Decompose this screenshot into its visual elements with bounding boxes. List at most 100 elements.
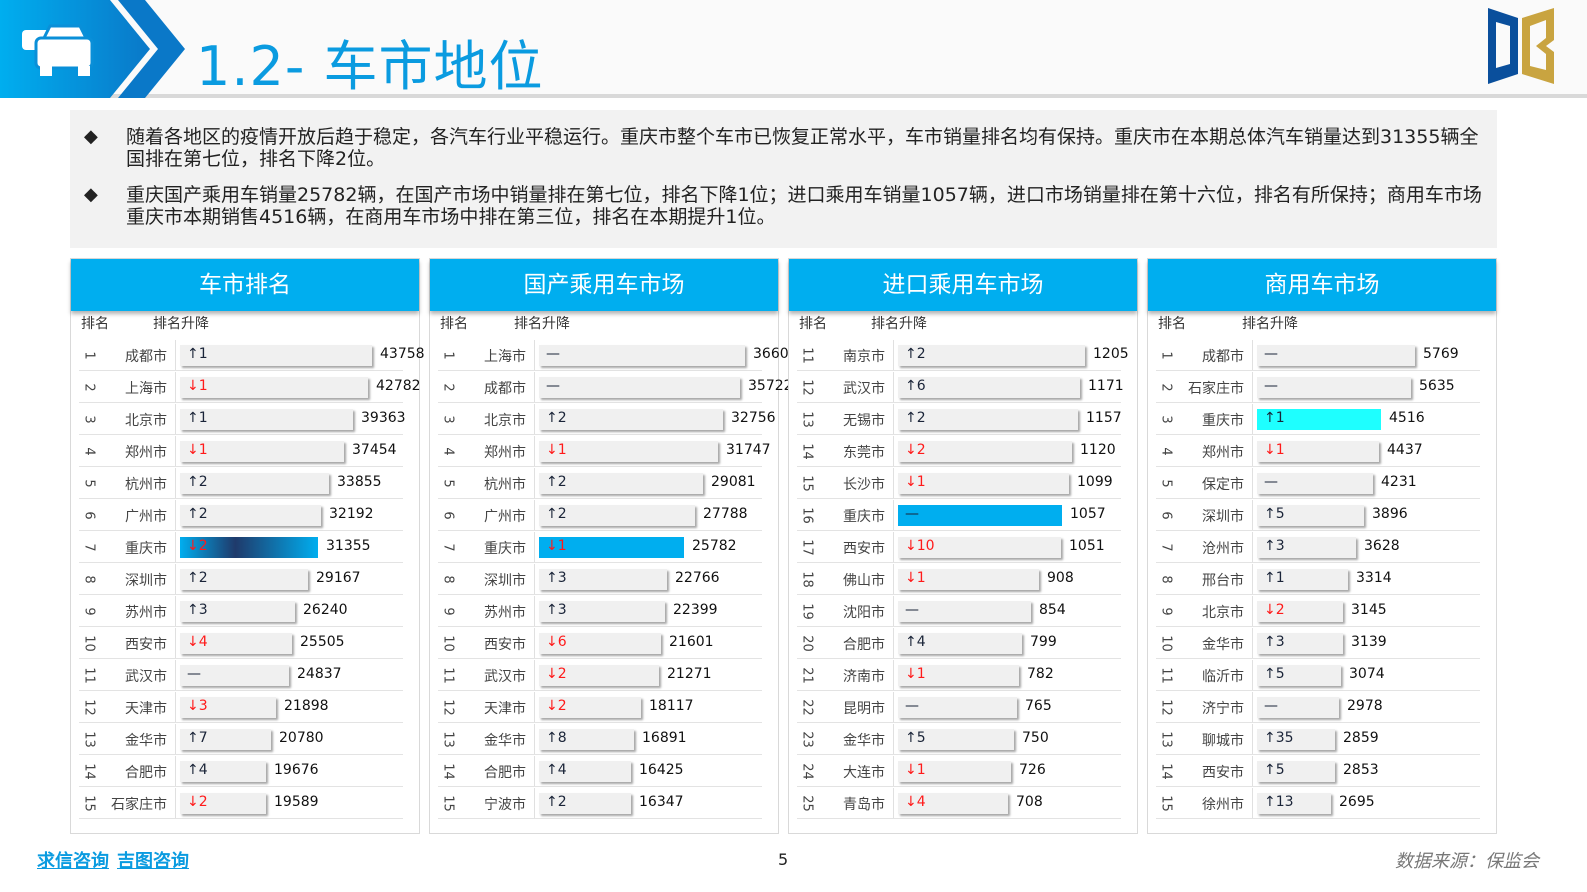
sales-value: 16891 [642,730,687,746]
rank: 13 [81,731,97,748]
city: 济南市 [843,669,885,685]
rank-change: ↑3 [1264,634,1285,650]
sales-value: 908 [1047,570,1074,586]
table-row: 14 合肥市 ↑4 19676 [79,755,403,787]
rank-change: — [905,602,919,618]
rank: 9 [440,607,456,616]
sales-value: 24837 [297,666,342,682]
city: 宁波市 [484,797,526,813]
rank: 5 [81,479,97,488]
city: 西安市 [1202,765,1244,781]
rank-change: ↑5 [1264,762,1285,778]
sales-value: 3145 [1351,602,1387,618]
rank-change: ↑5 [1264,506,1285,522]
divider [534,628,535,658]
divider [1252,628,1253,658]
rank-change: ↓4 [187,634,208,650]
rank: 15 [440,795,456,812]
rank: 9 [1158,607,1174,616]
rank: 12 [81,699,97,716]
rank-change: ↓2 [1264,602,1285,618]
city: 沧州市 [1202,541,1244,557]
sales-value: 39363 [361,410,406,426]
rank: 20 [799,635,815,652]
divider [893,340,894,370]
page-title: 1.2- 车市地位 [196,35,544,98]
city: 深圳市 [125,573,167,589]
sales-value: 19676 [274,762,319,778]
sales-value: 29167 [316,570,361,586]
footer-link[interactable]: 求信咨询 [37,851,109,872]
city: 杭州市 [125,477,167,493]
divider [1252,788,1253,818]
city: 重庆市 [843,509,885,525]
rank: 8 [440,575,456,584]
table-row: 11 南京市 ↑2 1205 [797,339,1129,371]
divider [534,500,535,530]
table-row: 11 临沂市 ↑5 3074 [1156,659,1480,691]
rank-change: — [1264,698,1278,714]
divider [175,468,176,498]
table-row: 1 成都市 — 5769 [1156,339,1480,371]
city: 广州市 [125,509,167,525]
table-row: 8 深圳市 ↑2 29167 [79,563,403,595]
sales-value: 1051 [1069,538,1105,554]
sales-bar [539,377,740,398]
divider [1252,532,1253,562]
column-header-rank: 排名 [799,316,827,332]
city: 成都市 [484,381,526,397]
sales-value: 25782 [692,538,737,554]
table-row: 12 天津市 ↓3 21898 [79,691,403,723]
rank: 23 [799,731,815,748]
sales-value: 2859 [1343,730,1379,746]
divider [893,532,894,562]
city: 武汉市 [484,669,526,685]
sales-value: 765 [1025,698,1052,714]
footer-link[interactable]: 吉图咨询 [117,851,189,872]
table-row: 13 无锡市 ↑2 1157 [797,403,1122,435]
rank: 15 [1158,795,1174,812]
column-header-rank: 排名 [440,316,468,332]
sales-value: 1157 [1086,410,1122,426]
divider [175,372,176,402]
table-row: 3 重庆市 ↑1 4516 [1156,403,1480,435]
sales-value: 32192 [329,506,374,522]
rank-change: ↑3 [187,602,208,618]
city: 上海市 [484,349,526,365]
divider [175,564,176,594]
divider [534,404,535,434]
table-row: 2 石家庄市 — 5635 [1156,371,1480,403]
sales-value: 4231 [1381,474,1417,490]
rank: 12 [440,699,456,716]
rank: 12 [799,379,815,396]
divider [175,532,176,562]
table-row: 18 佛山市 ↓1 908 [797,563,1121,595]
rank-change: ↑2 [546,474,567,490]
divider [893,596,894,626]
sales-value: 27788 [703,506,748,522]
rank-change: ↑2 [905,410,926,426]
rank-change: ↑1 [1264,410,1285,426]
rank: 5 [1158,479,1174,488]
rank-change: ↑2 [546,506,567,522]
rank: 4 [440,447,456,456]
cars-icon [0,0,185,98]
rank-change: ↓1 [905,666,926,682]
city: 北京市 [125,413,167,429]
data-source: 数据来源：保监会 [1395,851,1539,872]
rank-change: ↓1 [1264,442,1285,458]
rank: 15 [799,475,815,492]
sales-value: 21898 [284,698,329,714]
table-row: 11 武汉市 ↓2 21271 [438,659,762,691]
divider [1252,372,1253,402]
city: 金华市 [1202,637,1244,653]
rank-change: ↓10 [905,538,935,554]
sales-value: 726 [1019,762,1046,778]
divider [1252,500,1253,530]
city: 金华市 [843,733,885,749]
sales-value: 854 [1039,602,1066,618]
city: 郑州市 [1202,445,1244,461]
divider [1252,756,1253,786]
table-row: 9 苏州市 ↑3 26240 [79,595,403,627]
table-row: 11 武汉市 — 24837 [79,659,403,691]
